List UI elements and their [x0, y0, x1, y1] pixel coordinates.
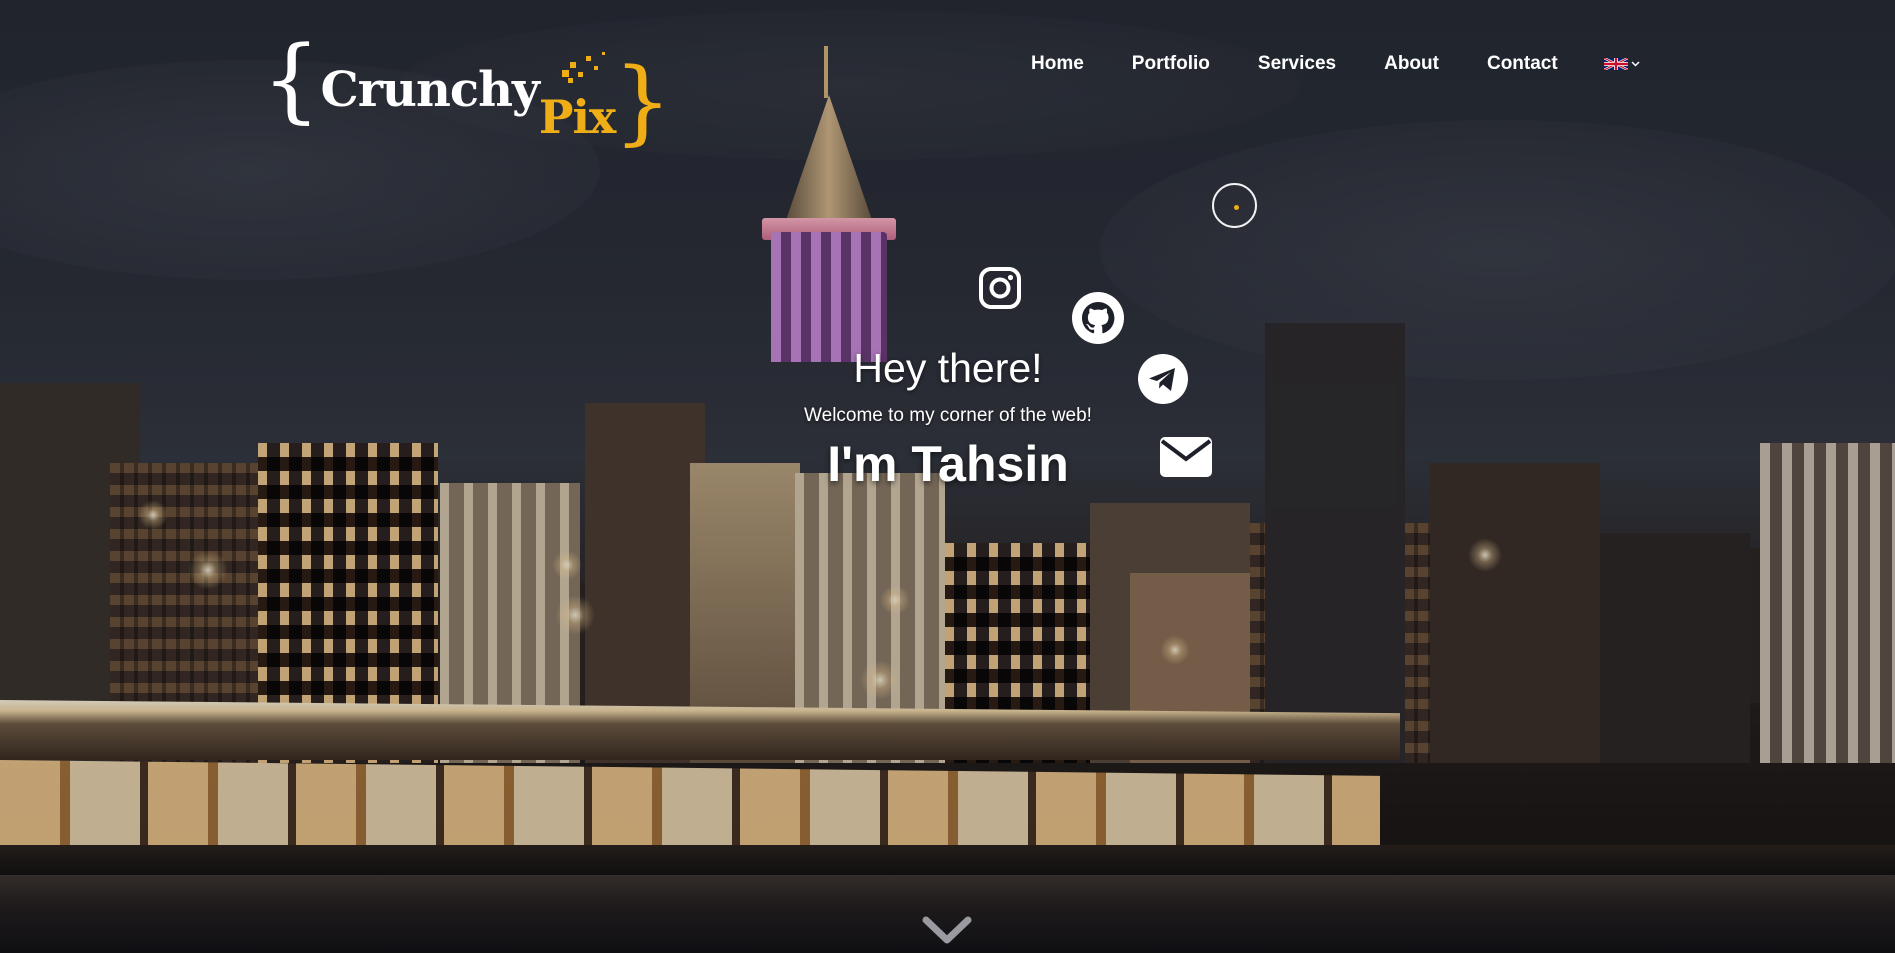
cursor-dot	[1234, 205, 1239, 210]
chevron-down-icon	[922, 916, 972, 944]
hero-intro: Hey there! Welcome to my corner of the w…	[748, 345, 1148, 492]
nav-services[interactable]: Services	[1258, 53, 1336, 75]
logo-word-pix: Pix	[538, 90, 616, 144]
nav-portfolio[interactable]: Portfolio	[1132, 53, 1210, 75]
hero-name: I'm Tahsin	[827, 436, 1069, 492]
logo-open-brace: {	[262, 26, 321, 133]
logo-word-crunchy: Crunchy	[320, 62, 540, 118]
custom-cursor-ring	[1212, 183, 1257, 228]
github-link[interactable]	[1072, 292, 1124, 344]
logo-close-brace: }	[613, 48, 672, 155]
scroll-down-button[interactable]	[922, 916, 972, 946]
uk-flag-icon	[1603, 58, 1628, 70]
email-link[interactable]	[1160, 437, 1212, 477]
crunchypix-logo[interactable]: { Crunchy Pix }	[262, 34, 672, 163]
main-navigation: Home Portfolio Services About Contact	[1031, 53, 1640, 75]
logo-pixel-decoration	[562, 52, 612, 92]
hero-greeting: Hey there!	[853, 345, 1043, 391]
chevron-down-icon	[1631, 61, 1640, 67]
hero-subtitle: Welcome to my corner of the web!	[804, 405, 1092, 426]
nav-contact[interactable]: Contact	[1487, 53, 1558, 75]
github-icon	[1072, 292, 1124, 344]
nav-about[interactable]: About	[1384, 53, 1439, 75]
language-selector[interactable]	[1603, 56, 1640, 72]
instagram-icon	[979, 267, 1021, 309]
envelope-icon	[1160, 437, 1212, 477]
instagram-link[interactable]	[978, 266, 1022, 310]
nav-home[interactable]: Home	[1031, 53, 1084, 75]
